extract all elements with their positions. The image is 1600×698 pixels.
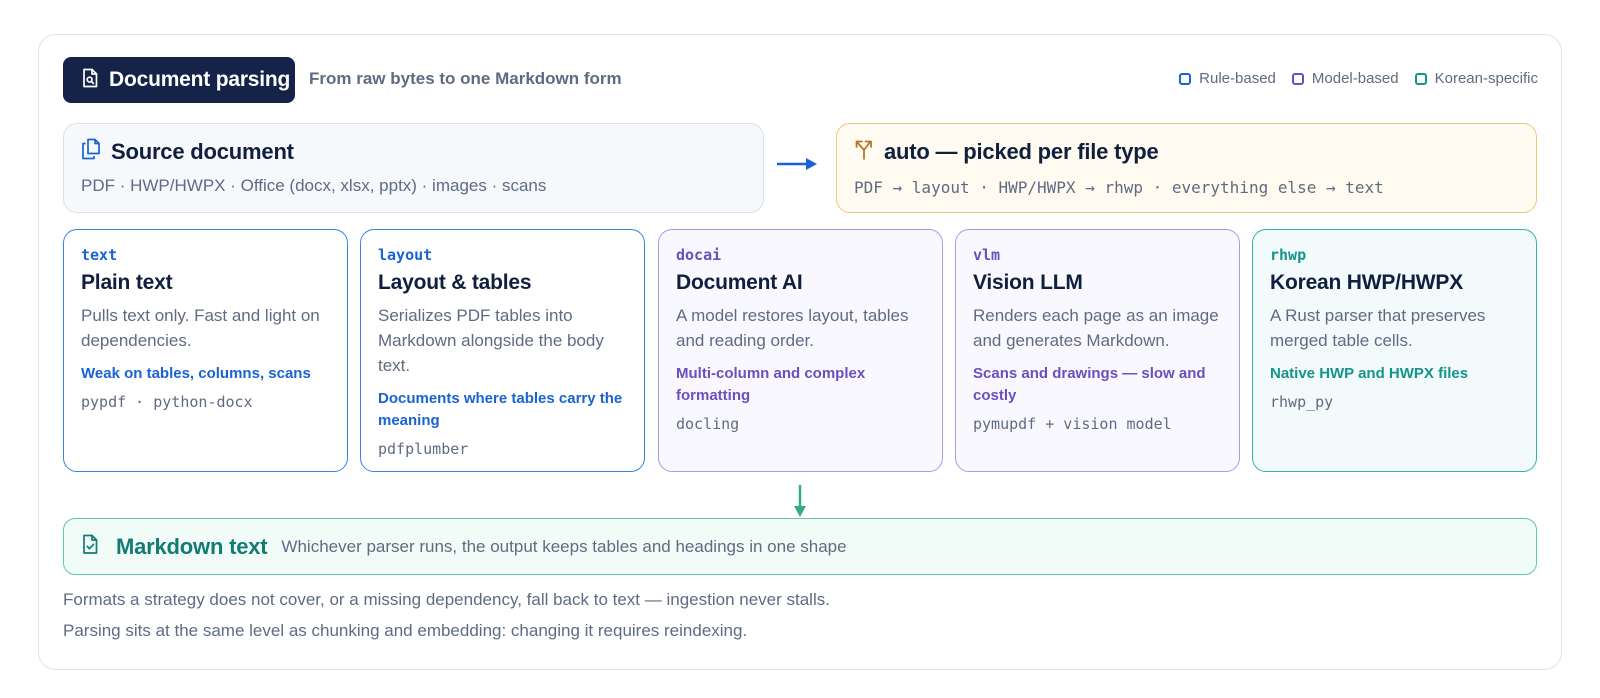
parser-description: A Rust parser that preserves merged tabl… bbox=[1270, 306, 1486, 350]
parser-card-vlm: vlm Vision LLM Renders each page as an i… bbox=[955, 229, 1240, 472]
legend-item-korean-specific: Korean-specific bbox=[1414, 70, 1538, 87]
source-formats: PDF · HWP/HWPX · Office (docx, xlsx, ppt… bbox=[81, 176, 547, 195]
parser-best-for: Scans and drawings — slow and costly bbox=[973, 365, 1206, 404]
auto-title: auto — picked per file type bbox=[884, 138, 1159, 164]
legend-swatch-model bbox=[1291, 72, 1304, 85]
legend: Rule-based Model-based Korean-specific bbox=[1179, 70, 1538, 87]
split-arrow-icon bbox=[854, 138, 874, 165]
parser-best-for: Multi-column and complex formatting bbox=[676, 365, 866, 404]
output-description: Whichever parser runs, the output keeps … bbox=[281, 536, 847, 556]
parser-description: Renders each page as an image and genera… bbox=[973, 306, 1219, 350]
legend-item-rule-based: Rule-based bbox=[1179, 70, 1276, 87]
parser-best-for: Native HWP and HWPX files bbox=[1270, 365, 1469, 382]
output-title: Markdown text bbox=[116, 533, 268, 559]
parser-description: Serializes PDF tables into Markdown alon… bbox=[378, 306, 604, 375]
parser-card-layout: layout Layout & tables Serializes PDF ta… bbox=[360, 229, 645, 472]
page-subtitle: From raw bytes to one Markdown form bbox=[309, 69, 622, 88]
parser-dependencies: pypdf · python-docx bbox=[81, 393, 253, 411]
parser-code: vlm bbox=[973, 246, 1001, 264]
auto-selection-box: auto — picked per file type PDF → layout… bbox=[836, 123, 1537, 213]
parser-dependencies: pymupdf + vision model bbox=[973, 415, 1172, 433]
parser-card-docai: docai Document AI A model restores layou… bbox=[658, 229, 943, 472]
copy-files-icon bbox=[81, 138, 101, 165]
parser-name: Plain text bbox=[81, 271, 173, 294]
parser-name: Vision LLM bbox=[973, 271, 1083, 294]
page-title: Document parsing bbox=[109, 68, 291, 91]
parser-dependencies: docling bbox=[676, 415, 740, 433]
parser-description: Pulls text only. Fast and light on depen… bbox=[81, 306, 320, 350]
parser-code: docai bbox=[676, 246, 722, 264]
reindex-note: Parsing sits at the same level as chunki… bbox=[63, 621, 748, 640]
source-title: Source document bbox=[111, 138, 294, 164]
parser-name: Layout & tables bbox=[378, 271, 532, 294]
parser-name: Korean HWP/HWPX bbox=[1270, 271, 1464, 294]
legend-swatch-korean bbox=[1414, 72, 1427, 85]
parser-code: rhwp bbox=[1270, 246, 1307, 264]
legend-item-model-based: Model-based bbox=[1291, 70, 1399, 87]
legend-label: Model-based bbox=[1311, 70, 1399, 87]
fallback-note: Formats a strategy does not cover, or a … bbox=[63, 590, 830, 609]
parser-dependencies: pdfplumber bbox=[378, 440, 469, 458]
source-document-box: Source document PDF · HWP/HWPX · Office … bbox=[63, 123, 764, 213]
parser-name: Document AI bbox=[676, 271, 803, 294]
file-check-icon bbox=[81, 534, 100, 560]
auto-rule: PDF → layout · HWP/HWPX → rhwp · everyth… bbox=[854, 178, 1384, 197]
parser-card-rhwp: rhwp Korean HWP/HWPX A Rust parser that … bbox=[1252, 229, 1537, 472]
legend-swatch-rule bbox=[1179, 72, 1192, 85]
arrow-right-icon bbox=[776, 156, 818, 177]
parser-code: layout bbox=[378, 246, 433, 264]
parser-card-text: text Plain text Pulls text only. Fast an… bbox=[63, 229, 348, 472]
parser-best-for: Documents where tables carry the meaning bbox=[378, 390, 623, 429]
title-badge: Document parsing bbox=[63, 57, 295, 103]
markdown-output-box: Markdown text Whichever parser runs, the… bbox=[63, 518, 1537, 575]
legend-label: Rule-based bbox=[1199, 70, 1276, 87]
parser-code: text bbox=[81, 246, 118, 264]
parser-dependencies: rhwp_py bbox=[1270, 393, 1334, 411]
legend-label: Korean-specific bbox=[1434, 70, 1538, 87]
parser-best-for: Weak on tables, columns, scans bbox=[81, 365, 311, 382]
file-search-icon bbox=[81, 68, 99, 93]
parser-description: A model restores layout, tables and read… bbox=[676, 306, 909, 350]
